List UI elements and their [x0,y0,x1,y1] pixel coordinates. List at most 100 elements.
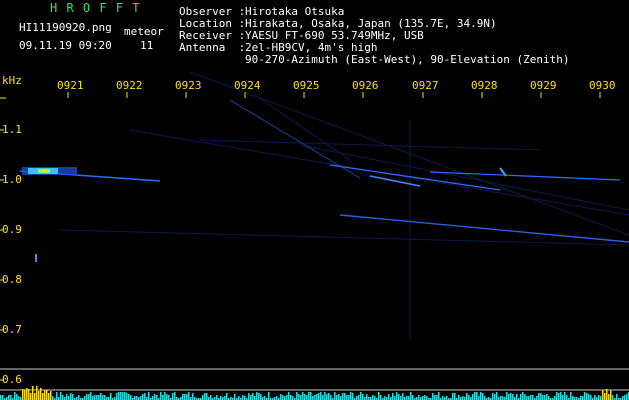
amplitude-bar [426,396,428,400]
amplitude-bar [52,396,54,400]
amplitude-bar [204,393,206,400]
amplitude-bar [388,394,390,400]
amplitude-bar [60,392,62,400]
amplitude-bar [626,394,628,400]
amplitude-bar [120,392,122,400]
amplitude-bar [562,395,564,400]
amplitude-bar [250,395,252,400]
amplitude-bar [484,396,486,400]
y-axis-ticks [0,97,6,381]
amplitude-bar [308,392,310,400]
amplitude-bar [340,396,342,400]
amplitude-bar [360,392,362,400]
amplitude-bar [338,394,340,400]
signal-traces [19,99,629,262]
amplitude-bar [590,395,592,400]
amplitude-bar [268,392,270,400]
amplitude-bar [56,392,58,400]
amplitude-bar [280,394,282,400]
amplitude-bar [392,393,394,400]
amplitude-bar [324,392,326,400]
amplitude-bar [226,393,228,400]
amplitude-bar [10,395,12,400]
amplitude-bar [532,395,534,400]
amplitude-bar [476,392,478,400]
amplitude-bar [492,393,494,400]
amplitude-bar [172,393,174,400]
amplitude-bar [508,394,510,400]
amplitude-bar [36,386,38,400]
amplitude-bar [322,395,324,400]
amplitude-bar [70,393,72,400]
amplitude-bar [248,393,250,400]
amplitude-bar [512,394,514,400]
amplitude-bar [482,393,484,400]
amplitude-bar [424,395,426,400]
amplitude-bar [210,395,212,400]
amplitude-bar [192,393,194,400]
amplitude-bar [320,392,322,400]
amplitude-bar [434,395,436,400]
amplitude-bar [318,393,320,400]
amplitude-bar [202,395,204,400]
amplitude-bar [300,395,302,400]
amplitude-bar [220,396,222,400]
amplitude-bar [400,396,402,400]
amplitude-bar [344,393,346,400]
amplitude-bar [588,394,590,400]
amplitude-bar [164,392,166,400]
amplitude-bar [502,396,504,400]
amplitude-bar [78,395,80,400]
amplitude-bar [610,390,612,400]
amplitude-bar [256,392,258,400]
amplitude-bar [542,395,544,400]
amplitude-bar [124,392,126,400]
amplitude-bar [496,392,498,400]
amplitude-bar [516,394,518,400]
amplitude-bar [606,389,608,400]
amplitude-bar [292,396,294,400]
amplitude-bar [182,394,184,400]
amplitude-bar [34,393,36,400]
amplitude-bar [288,392,290,400]
amplitude-bar [304,394,306,400]
amplitude-bar [88,394,90,400]
amplitude-bar [100,393,102,400]
amplitude-bar [546,394,548,400]
amplitude-bar [398,394,400,400]
amplitude-bar [48,393,50,400]
amplitude-bar [28,389,30,400]
amplitude-bar [564,392,566,400]
amplitude-bar [510,393,512,400]
amplitude-bar [442,396,444,400]
amplitude-bar [50,391,52,400]
amplitude-bar [86,394,88,400]
amplitude-bar [458,395,460,400]
amplitude-bar [418,395,420,400]
amplitude-bar [622,396,624,400]
amplitude-bar [8,395,10,400]
amplitude-bar [314,395,316,400]
amplitude-bar [372,395,374,400]
amplitude-bar [224,396,226,400]
amplitude-bar [538,393,540,400]
amplitude-bar [604,393,606,400]
amplitude-bar [522,392,524,400]
amplitude-bar [286,395,288,400]
amplitude-bar [520,394,522,400]
amplitude-bar [594,395,596,400]
amplitude-bar [540,393,542,400]
amplitude-bar [446,396,448,400]
noise-traces [59,71,629,340]
amplitude-bar [548,396,550,400]
spectrogram [0,71,629,400]
amplitude-bar [598,395,600,400]
amplitude-bar [216,395,218,400]
amplitude-bar [122,392,124,400]
amplitude-bar [616,394,618,400]
amplitude-bar [366,394,368,400]
amplitude-bar [66,394,68,400]
amplitude-bar [554,396,556,400]
amplitude-bar [556,392,558,400]
amplitude-bar [480,392,482,400]
